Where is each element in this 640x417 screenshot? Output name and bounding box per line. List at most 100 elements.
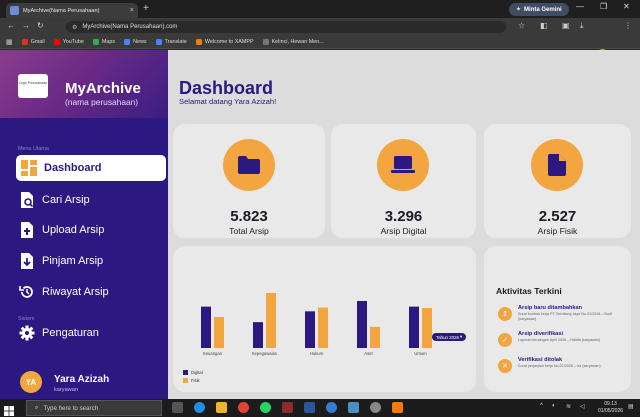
upload-icon: ↥ (498, 307, 512, 321)
youtube-icon (53, 39, 60, 45)
extensions-icon[interactable]: ◧ (540, 21, 548, 30)
chart-card: Keuangan Kepegawaian Hukum Aset Umum (173, 246, 476, 392)
taskbar-search-input[interactable]: ⌕ Type here to search (26, 400, 162, 416)
split-view-icon[interactable]: ▣ (562, 21, 570, 30)
activity-title: Aktivitas Terkini (496, 286, 562, 296)
grid-icon (20, 160, 37, 177)
maximize-icon[interactable]: ❐ (600, 2, 607, 11)
bar-digital-kepegawaian (253, 322, 263, 348)
xampp-icon (195, 39, 202, 45)
store-icon[interactable] (326, 402, 337, 413)
bookmark-item[interactable]: Kelinci, Hewan Men... (262, 39, 324, 45)
address-bar[interactable]: ⚙ MyArchive(Nama Perusahaan).com (66, 21, 506, 33)
maps-icon (92, 39, 99, 45)
new-tab-button[interactable]: + (143, 3, 149, 15)
app-viewport: Logo Perusahaan MyArchive (nama perusaha… (0, 50, 640, 399)
bookmark-item[interactable]: Translate (155, 39, 187, 45)
year-filter-dropdown[interactable]: Tahun 2026 ▾ (432, 333, 467, 341)
stat-label: Arsip Digital (380, 226, 427, 236)
rejected-doc-icon: ✕ (498, 359, 512, 373)
bookmarks-bar: ▦ Gmail YouTube Maps News Translate Welc… (0, 36, 640, 49)
bookmark-item[interactable]: Gmail (21, 39, 45, 45)
download-icon[interactable]: ⤓ (580, 21, 584, 31)
page-subtitle: Selamat datang Yara Azizah! (179, 97, 277, 106)
tray-chevron-icon[interactable]: ^ (540, 403, 543, 409)
bookmark-item[interactable]: YouTube (53, 39, 84, 45)
forward-icon[interactable]: → (22, 21, 30, 30)
reload-icon[interactable]: ↻ (37, 21, 44, 30)
sidebar: Logo Perusahaan MyArchive (nama perusaha… (0, 50, 168, 399)
bar-digital-hukum (305, 311, 315, 348)
search-doc-icon (18, 192, 35, 209)
taskbar-clock[interactable]: 09.13 01/05/2026 (598, 401, 623, 415)
bar-chart: Keuangan Kepegawaian Hukum Aset Umum (201, 293, 432, 356)
whatsapp-icon[interactable] (260, 402, 271, 413)
activity-item-title: Arsip diverifikasi (518, 331, 564, 337)
notification-icon[interactable]: ▤ (628, 403, 634, 410)
legend-label: Digital (191, 370, 203, 375)
activity-item-title: Verifikasi ditolak (518, 357, 563, 363)
legend-label: Fisik (191, 378, 200, 383)
close-window-icon[interactable]: ✕ (623, 2, 630, 11)
bookmark-label: YouTube (62, 39, 84, 45)
gemini-label: Minta Gemini (524, 6, 562, 13)
browser-tab[interactable]: MyArchive(Nama Perusahaan) × (6, 3, 138, 18)
sidebar-item-pengaturan[interactable]: Pengaturan (18, 320, 99, 346)
apps-icon[interactable]: ▦ (6, 38, 13, 46)
gemini-button[interactable]: ✦ Minta Gemini (509, 3, 569, 16)
translate-icon (155, 39, 162, 45)
stat-card-digital: 3.296 Arsip Digital (331, 124, 476, 238)
xampp-taskbar-icon[interactable] (392, 402, 403, 413)
stat-value: 3.296 (384, 208, 423, 225)
app-icon-2[interactable] (348, 402, 359, 413)
gmail-icon (21, 39, 28, 45)
stat-card-fisik: 2.527 Arsip Fisik (484, 124, 631, 238)
word-icon[interactable] (304, 402, 315, 413)
clock-date: 01/05/2026 (598, 408, 624, 414)
x-tick-label: Keuangan (203, 351, 223, 356)
bar-fisik-aset (370, 326, 380, 348)
browser-tab-bar: MyArchive(Nama Perusahaan) × + ✦ Minta G… (0, 0, 640, 18)
back-icon[interactable]: ← (7, 21, 15, 30)
legend-swatch (183, 378, 188, 383)
app-icon[interactable] (282, 402, 293, 413)
network-icon[interactable]: ◐ (552, 403, 556, 409)
bookmark-item[interactable]: News (124, 39, 147, 45)
user-profile[interactable]: YA Yara Azizah karyawan (0, 366, 168, 399)
activity-item-desc: Laporan keuangan April 2026 – Haldia (ka… (518, 338, 600, 342)
settings-icon[interactable] (370, 402, 381, 413)
bookmark-star-icon[interactable]: ☆ (518, 21, 525, 30)
bar-digital-aset (357, 300, 367, 348)
folder-icon (223, 139, 275, 191)
bar-digital-umum (409, 306, 419, 348)
file-explorer-icon[interactable] (216, 402, 227, 413)
bar-fisik-hukum (318, 307, 328, 348)
sidebar-item-cari-arsip[interactable]: Cari Arsip (18, 187, 90, 213)
sidebar-item-label: Riwayat Arsip (42, 286, 109, 298)
browser-menu-icon[interactable]: ⋮ (624, 21, 632, 30)
sidebar-item-dashboard[interactable]: Dashboard (16, 155, 166, 181)
bookmark-item[interactable]: Maps (92, 39, 115, 45)
bookmark-item[interactable]: Welcome to XAMPP (195, 39, 254, 45)
activity-item-title: Arsip baru ditambahkan (518, 305, 583, 311)
bar-digital-keuangan (201, 306, 211, 348)
volume-icon[interactable]: ◁ (580, 403, 585, 410)
minimize-icon[interactable]: — (576, 2, 584, 11)
stat-value: 5.823 (230, 208, 268, 225)
wifi-icon[interactable]: ≋ (566, 403, 571, 410)
sidebar-item-label: Cari Arsip (42, 194, 90, 206)
site-info-icon[interactable]: ⚙ (72, 24, 77, 31)
globe-icon (262, 39, 269, 45)
page-title: Dashboard (179, 78, 274, 98)
stat-card-total: 5.823 Total Arsip (173, 124, 325, 238)
sidebar-item-pinjam-arsip[interactable]: Pinjam Arsip (18, 248, 103, 274)
sidebar-item-upload-arsip[interactable]: Upload Arsip (18, 217, 104, 243)
tab-close-icon[interactable]: × (130, 7, 134, 14)
windows-start-icon[interactable] (4, 403, 14, 416)
sidebar-item-riwayat-arsip[interactable]: Riwayat Arsip (18, 279, 109, 305)
avatar: YA (20, 371, 42, 393)
stat-label: Arsip Fisik (537, 226, 578, 236)
edge-icon[interactable] (194, 402, 205, 413)
chrome-icon[interactable] (238, 402, 249, 413)
task-view-icon[interactable] (172, 402, 183, 413)
